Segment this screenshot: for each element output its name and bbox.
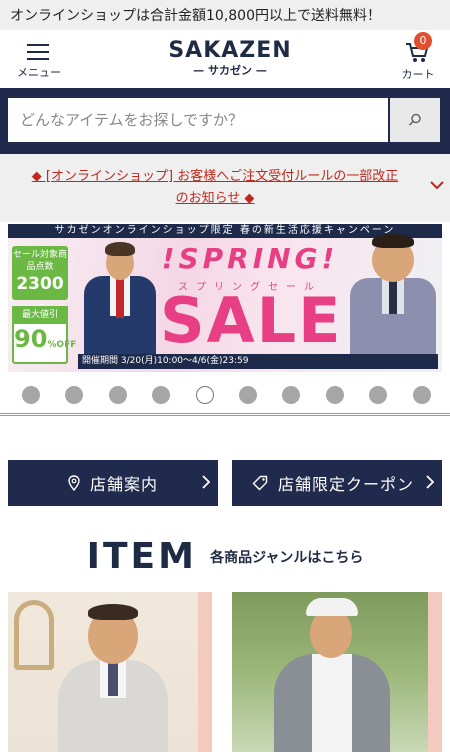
item-section-heading: ITEM 各商品ジャンルはこちら — [0, 536, 450, 584]
search-bar — [0, 88, 450, 154]
store-coupon-label: 店舗限定クーポン — [278, 475, 415, 494]
notice-link[interactable]: ◆ [オンラインショップ] お客様へご注文受付ルールの一部改正 のお知らせ ◆ — [20, 166, 410, 210]
cart-button[interactable]: 0 カート — [396, 32, 440, 84]
carousel-dot[interactable] — [108, 386, 127, 404]
search-input[interactable] — [8, 98, 388, 142]
search-button[interactable] — [390, 98, 440, 142]
notice-banner[interactable]: ◆ [オンラインショップ] お客様へご注文受付ルールの一部改正 のお知らせ ◆ — [0, 154, 450, 222]
sale-item-count-box: セール対象商品点数 2300点 — [12, 246, 68, 314]
carousel-dot[interactable] — [369, 386, 388, 404]
model-right-image — [348, 234, 438, 354]
carousel-dot[interactable] — [412, 386, 431, 404]
chevron-right-icon — [426, 475, 434, 489]
location-pin-icon — [68, 475, 80, 491]
carousel-dot[interactable] — [22, 386, 40, 404]
photo-edge-decor — [428, 592, 442, 752]
model-image — [58, 602, 168, 752]
free-shipping-banner: オンラインショップは合計金額10,800円以上で送料無料！ — [0, 0, 450, 30]
store-info-button[interactable]: 店舗案内 — [8, 460, 218, 506]
model-left-image — [80, 240, 160, 354]
carousel-dot[interactable] — [195, 386, 214, 404]
menu-button[interactable]: メニュー — [10, 38, 68, 84]
max-discount-box: 最大値引 90%OFF — [12, 306, 77, 364]
item-title: ITEM — [86, 536, 197, 577]
logo-wordmark: SAKAZEN — [168, 38, 292, 63]
photo-edge-decor — [198, 592, 212, 752]
store-info-label: 店舗案内 — [90, 475, 159, 494]
item-subtitle: 各商品ジャンルはこちら — [210, 549, 364, 566]
search-icon — [409, 113, 421, 126]
stat-value: 90%OFF — [14, 325, 77, 353]
stat-label: セール対象商品点数 — [12, 250, 67, 272]
logo-subtext: — サカゼン — — [193, 64, 267, 77]
spring-headline: !SPRING! — [161, 242, 339, 275]
item-genre-image-2[interactable] — [232, 592, 430, 752]
chevron-right-icon — [202, 475, 210, 489]
site-logo[interactable]: SAKAZEN — サカゼン — — [160, 38, 300, 82]
hamburger-icon — [27, 44, 49, 60]
tag-icon — [252, 475, 268, 491]
carousel-dot[interactable] — [239, 386, 257, 404]
carousel-dot[interactable] — [325, 386, 344, 404]
mirror-decor — [14, 600, 54, 670]
carousel-pagination — [0, 374, 450, 416]
cart-count-badge: 0 — [414, 32, 432, 50]
item-genre-image-1[interactable] — [8, 592, 206, 752]
sale-period: 開催期間 3/20(月)10:00～4/6(金)23:59 — [78, 354, 438, 369]
sale-banner[interactable]: サカゼンオンラインショップ限定 春の新生活応援キャンペーン セール対象商品点数 … — [8, 224, 442, 372]
sale-headline: SALE — [160, 284, 343, 357]
carousel-dot[interactable] — [65, 386, 84, 404]
site-header: メニュー SAKAZEN — サカゼン — 0 カート — [0, 30, 450, 88]
chevron-down-icon[interactable] — [430, 180, 444, 190]
model-image — [272, 594, 392, 752]
store-coupon-button[interactable]: 店舗限定クーポン — [232, 460, 442, 506]
notice-line-1: ◆ [オンラインショップ] お客様へご注文受付ルールの一部改正 — [31, 169, 399, 184]
cart-label: カート — [401, 68, 435, 81]
stat-label: 最大値引 — [12, 306, 68, 324]
menu-label: メニュー — [17, 66, 61, 79]
notice-line-2: のお知らせ ◆ — [175, 191, 255, 206]
carousel-dot[interactable] — [152, 386, 171, 404]
cap — [306, 598, 358, 616]
carousel-dot[interactable] — [282, 386, 301, 404]
